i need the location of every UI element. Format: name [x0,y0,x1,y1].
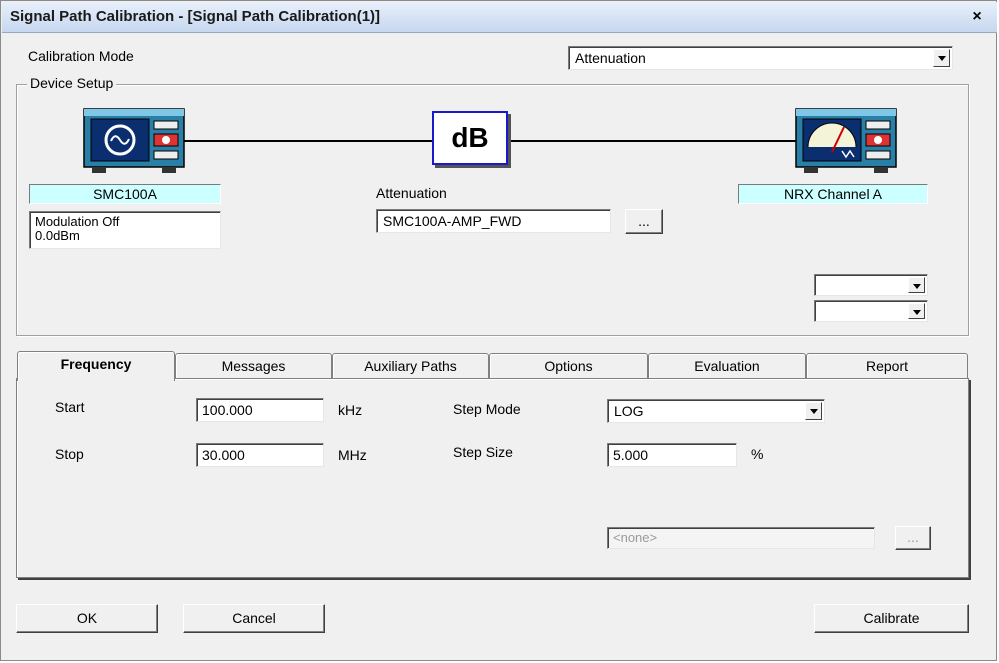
tab-auxiliary-paths[interactable]: Auxiliary Paths [332,353,489,379]
step-size-label: Step Size [453,444,513,460]
ok-button[interactable]: OK [16,604,158,633]
stop-frequency-input[interactable]: 30.000 [196,443,324,467]
none-field-value: <none> [613,530,658,545]
source-status-line2: 0.0dBm [35,228,80,243]
stop-frequency-value: 30.000 [202,447,245,463]
calibration-mode-combo[interactable]: Attenuation [568,46,953,70]
device-option-combo-1-value [818,275,824,277]
attenuation-label: Attenuation [376,185,447,201]
start-frequency-input[interactable]: 100.000 [196,398,324,422]
attenuation-field[interactable]: SMC100A-AMP_FWD [376,209,611,233]
step-mode-label: Step Mode [453,401,521,417]
stop-label: Stop [55,446,84,462]
calibration-mode-label: Calibration Mode [28,48,134,64]
tab-evaluation[interactable]: Evaluation [648,353,806,379]
start-unit: kHz [338,402,363,418]
title-bar[interactable]: Signal Path Calibration - [Signal Path C… [2,2,997,33]
window-title: Signal Path Calibration - [Signal Path C… [10,8,381,25]
start-frequency-value: 100.000 [202,402,253,418]
attenuation-browse-button[interactable]: ... [625,209,663,234]
stop-unit: MHz [338,447,367,463]
source-status-line1: Modulation Off [35,214,120,229]
step-mode-combo[interactable]: LOG [607,399,825,423]
signal-generator-icon[interactable] [82,107,186,175]
tab-options[interactable]: Options [489,353,648,379]
device-setup-title: Device Setup [27,75,117,91]
none-browse-button[interactable]: ... [895,526,931,550]
cancel-button[interactable]: Cancel [183,604,325,633]
calibrate-button[interactable]: Calibrate [814,604,969,633]
device-option-combo-2[interactable] [814,300,928,322]
attenuator-glyph: dB [451,122,489,153]
none-field: <none> [607,527,875,549]
step-size-value: 5.000 [613,447,649,463]
attenuation-value: SMC100A-AMP_FWD [383,213,522,229]
step-size-unit: % [751,446,764,462]
tab-report[interactable]: Report [806,353,968,379]
device-option-combo-2-value [818,301,824,303]
calibration-dialog: Signal Path Calibration - [Signal Path C… [0,0,997,661]
sensor-device-name: NRX Channel A [738,184,928,204]
chevron-down-icon[interactable] [805,402,822,420]
device-option-combo-1[interactable] [814,274,928,296]
chevron-down-icon[interactable] [933,49,950,67]
chevron-down-icon[interactable] [908,303,925,319]
tab-frequency[interactable]: Frequency [17,351,175,381]
tab-messages[interactable]: Messages [175,353,332,379]
attenuator-block[interactable]: dB [432,111,508,165]
step-mode-value: LOG [614,403,644,419]
chevron-down-icon[interactable] [908,277,925,293]
power-meter-icon[interactable] [794,107,898,175]
close-icon[interactable]: × [967,6,987,28]
source-device-name: SMC100A [29,184,221,204]
calibration-mode-value: Attenuation [575,50,646,66]
source-status-box: Modulation Off 0.0dBm [29,211,221,249]
start-label: Start [55,399,85,415]
step-size-input[interactable]: 5.000 [607,443,737,467]
